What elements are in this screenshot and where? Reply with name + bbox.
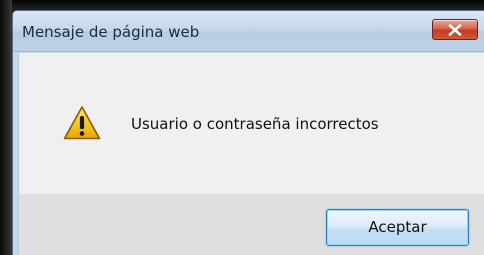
close-button[interactable] bbox=[432, 19, 478, 40]
dialog-footer: Aceptar bbox=[18, 193, 484, 255]
message-dialog: Mensaje de página web Usuario o contrase… bbox=[12, 10, 484, 255]
accept-button[interactable]: Aceptar bbox=[326, 209, 469, 246]
background-top-edge bbox=[0, 0, 484, 10]
background-left-edge bbox=[0, 0, 12, 255]
warning-icon bbox=[63, 105, 101, 145]
dialog-title: Mensaje de página web bbox=[22, 23, 200, 41]
close-icon bbox=[448, 23, 462, 36]
dialog-titlebar[interactable]: Mensaje de página web bbox=[13, 11, 484, 52]
dialog-content: Usuario o contraseña incorrectos bbox=[18, 53, 484, 193]
dialog-message: Usuario o contraseña incorrectos bbox=[131, 115, 379, 133]
